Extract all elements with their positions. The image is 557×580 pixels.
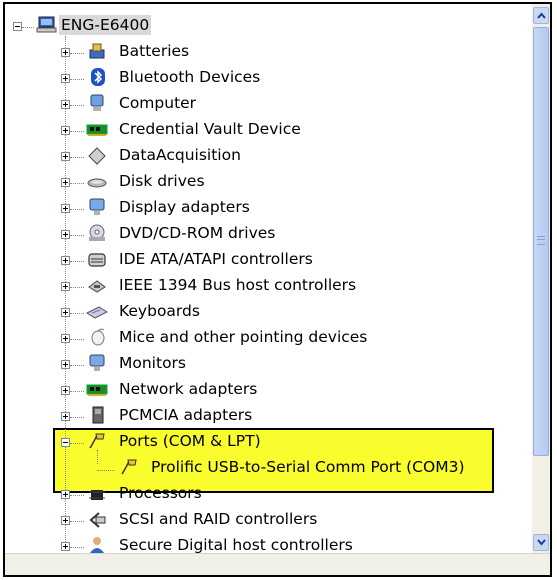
tree-line <box>70 183 84 184</box>
horizontal-scrollbar[interactable] <box>5 553 550 575</box>
tree-line <box>70 53 84 54</box>
expand-credential-vault-toggle[interactable] <box>61 126 70 135</box>
vertical-scrollbar[interactable] <box>532 4 550 554</box>
tree-item-secure-digital-host-controllers[interactable]: Secure Digital host controllers <box>117 535 355 555</box>
mouse-icon <box>91 328 105 346</box>
scroll-up-button[interactable] <box>533 7 549 24</box>
tree-item-dataacquisition[interactable]: DataAcquisition <box>117 145 243 165</box>
cd-drive-icon <box>89 224 105 241</box>
expand-disk-drives-toggle[interactable] <box>61 178 70 187</box>
tree-item-network-adapters[interactable]: Network adapters <box>117 379 259 399</box>
thumb-grip-icon <box>537 236 545 245</box>
bluetooth-icon <box>91 68 105 86</box>
tree-item-computer[interactable]: Computer <box>117 93 198 113</box>
chevron-down-icon <box>537 539 546 546</box>
disk-drive-icon <box>87 178 107 188</box>
root-collapse-toggle[interactable] <box>13 22 22 31</box>
circuit-board-icon <box>86 124 108 136</box>
expand-processors-toggle[interactable] <box>61 490 70 499</box>
expand-network-adapters-toggle[interactable] <box>61 386 70 395</box>
tree-line <box>65 36 66 546</box>
tree-item-dvd-cd-rom-drives[interactable]: DVD/CD-ROM drives <box>117 223 277 243</box>
tree-line <box>97 450 98 464</box>
tree-item-monitors[interactable]: Monitors <box>117 353 188 373</box>
tree-line <box>97 470 115 471</box>
sd-host-icon <box>90 537 104 553</box>
processor-icon <box>89 490 105 500</box>
tree-item-disk-drives[interactable]: Disk drives <box>117 171 207 191</box>
tree-line <box>70 339 84 340</box>
keyboard-icon <box>86 306 108 319</box>
expand-mice-toggle[interactable] <box>61 334 70 343</box>
firewire-icon <box>88 280 106 293</box>
expand-computer-toggle[interactable] <box>61 100 70 109</box>
tree-item-batteries[interactable]: Batteries <box>117 41 191 61</box>
expand-ieee-1394-toggle[interactable] <box>61 282 70 291</box>
tree-item-ieee-1394-bus-host-controllers[interactable]: IEEE 1394 Bus host controllers <box>117 275 358 295</box>
computer-icon <box>90 94 104 111</box>
tree-line <box>70 443 84 444</box>
tree-line <box>70 235 84 236</box>
tree-item-ports-com-lpt[interactable]: Ports (COM & LPT) <box>117 431 263 451</box>
ide-controller-icon <box>88 253 106 267</box>
tree-line <box>70 157 84 158</box>
expand-batteries-toggle[interactable] <box>61 48 70 57</box>
tree-line <box>70 79 84 80</box>
expand-monitors-toggle[interactable] <box>61 360 70 369</box>
monitor-icon <box>89 198 105 215</box>
scsi-icon <box>89 512 106 528</box>
tree-line <box>70 313 84 314</box>
tree-item-prolific-usb-serial-port[interactable]: Prolific USB-to-Serial Comm Port (COM3) <box>149 457 467 477</box>
expand-secure-digital-toggle[interactable] <box>61 542 70 551</box>
root-node-label[interactable]: ENG-E6400 <box>59 15 152 35</box>
scroll-down-button[interactable] <box>533 534 549 551</box>
monitor-icon <box>89 354 105 371</box>
port-connector-icon <box>121 459 137 475</box>
expand-bluetooth-toggle[interactable] <box>61 74 70 83</box>
tree-item-processors[interactable]: Processors <box>117 483 204 503</box>
tree-line <box>70 521 84 522</box>
tree-line <box>70 365 84 366</box>
device-tree: ENG-E6400 Batteries Bluetooth Devices Co… <box>5 4 535 554</box>
tree-item-ide-ata-atapi-controllers[interactable]: IDE ATA/ATAPI controllers <box>117 249 315 269</box>
computer-icon <box>36 16 57 33</box>
tree-line <box>70 547 84 548</box>
tree-item-keyboards[interactable]: Keyboards <box>117 301 202 321</box>
tree-line <box>70 105 84 106</box>
port-connector-icon <box>89 433 105 449</box>
pcmcia-icon <box>92 406 104 424</box>
collapse-ports-toggle[interactable] <box>61 438 70 447</box>
expand-display-adapters-toggle[interactable] <box>61 204 70 213</box>
tree-item-display-adapters[interactable]: Display adapters <box>117 197 252 217</box>
tree-line <box>70 417 84 418</box>
battery-icon <box>89 43 105 59</box>
tree-line <box>70 287 84 288</box>
scrollbar-thumb[interactable] <box>533 27 549 456</box>
tree-item-bluetooth-devices[interactable]: Bluetooth Devices <box>117 67 262 87</box>
tree-item-pcmcia-adapters[interactable]: PCMCIA adapters <box>117 405 254 425</box>
tree-item-mice-and-other-pointing-devices[interactable]: Mice and other pointing devices <box>117 327 369 347</box>
expand-scsi-toggle[interactable] <box>61 516 70 525</box>
tree-line <box>70 131 84 132</box>
tree-line <box>70 495 84 496</box>
tree-item-credential-vault-device[interactable]: Credential Vault Device <box>117 119 303 139</box>
tree-line <box>70 209 84 210</box>
tree-item-scsi-and-raid-controllers[interactable]: SCSI and RAID controllers <box>117 509 319 529</box>
tree-line <box>70 391 84 392</box>
diamond-icon <box>88 147 106 165</box>
tree-line <box>70 261 84 262</box>
expand-keyboards-toggle[interactable] <box>61 308 70 317</box>
expand-dvd-cd-rom-toggle[interactable] <box>61 230 70 239</box>
expand-dataacquisition-toggle[interactable] <box>61 152 70 161</box>
device-manager-tree-window: ENG-E6400 Batteries Bluetooth Devices Co… <box>3 2 552 577</box>
network-card-icon <box>86 384 108 396</box>
expand-pcmcia-toggle[interactable] <box>61 412 70 421</box>
tree-line <box>22 27 34 28</box>
expand-ide-toggle[interactable] <box>61 256 70 265</box>
chevron-up-icon <box>537 12 546 19</box>
